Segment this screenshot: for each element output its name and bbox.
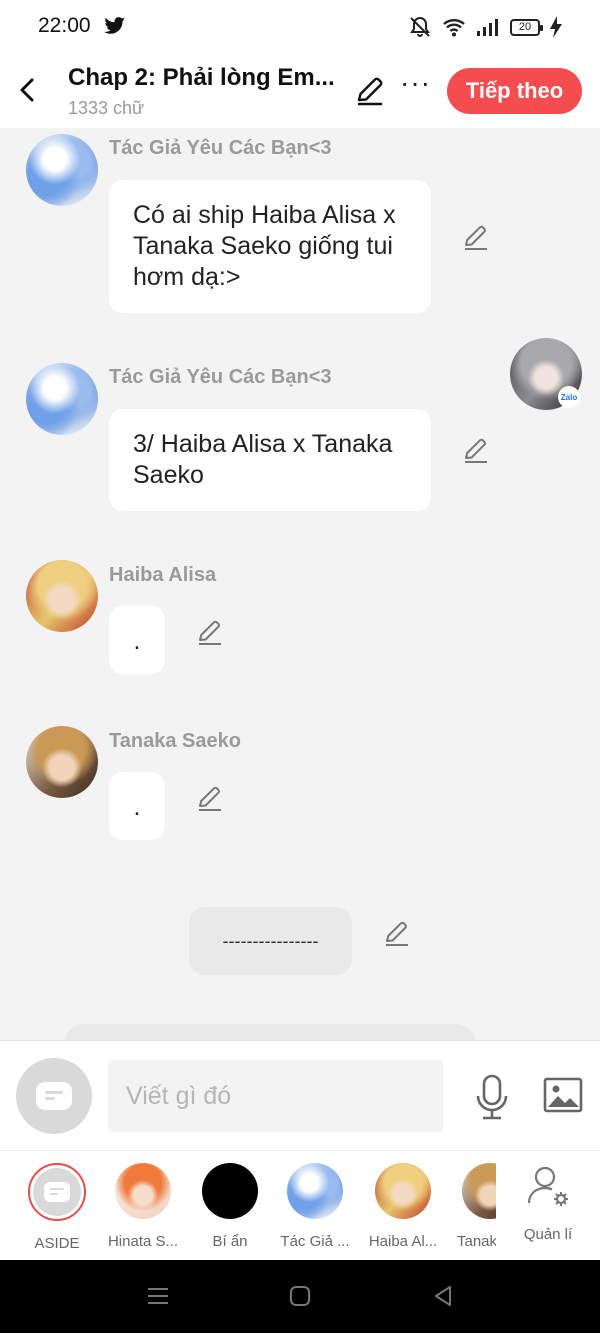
character-label: Haiba Al... (368, 1233, 438, 1250)
status-time: 22:00 (38, 14, 91, 37)
status-icons: 20 (408, 14, 562, 40)
character-avatar (287, 1163, 343, 1219)
character-author[interactable]: Tác Giả ... (270, 1163, 360, 1250)
haiba-alisa-avatar[interactable] (26, 560, 98, 632)
edit-message-icon[interactable] (462, 223, 490, 251)
message-bubble[interactable]: 3/ Haiba Alisa x Tanaka Saeko (109, 409, 431, 511)
system-navigation-bar (0, 1260, 600, 1333)
message-sender: Tác Giả Yêu Các Bạn<3 (109, 137, 332, 159)
message-bubble[interactable]: . (109, 606, 165, 674)
image-icon[interactable] (543, 1077, 583, 1113)
character-bar: ASIDE Hinata S... Bí ẩn Tác Giả ... Haib… (0, 1150, 600, 1260)
message-sender: Haiba Alisa (109, 564, 217, 586)
menu-icon[interactable] (146, 1284, 170, 1308)
narration-bubble[interactable]: ---------------- (189, 907, 352, 975)
edit-message-icon[interactable] (383, 919, 411, 947)
character-label: Tanaka (457, 1233, 496, 1250)
manage-label: Quản lí (523, 1226, 573, 1243)
chapter-header: Chap 2: Phải lòng Em... 1333 chữ ··· Tiế… (0, 52, 600, 128)
character-label: Hinata S... (107, 1233, 179, 1250)
mute-bell-icon (410, 16, 430, 37)
edit-message-icon[interactable] (462, 436, 490, 464)
message-bubble[interactable]: . (109, 772, 165, 840)
author-avatar[interactable] (26, 134, 98, 206)
edit-message-icon[interactable] (196, 784, 224, 812)
battery-indicator: 20 (510, 18, 543, 36)
character-avatar (375, 1163, 431, 1219)
character-avatar (462, 1163, 496, 1219)
word-count: 1333 chữ (68, 98, 145, 118)
manage-user-icon (527, 1166, 568, 1206)
twitter-icon (104, 17, 126, 34)
battery-level: 20 (518, 21, 532, 33)
author-avatar[interactable] (26, 363, 98, 435)
character-aside[interactable]: ASIDE (12, 1163, 102, 1252)
next-chapter-button[interactable]: Tiếp theo (447, 68, 582, 114)
charging-icon (550, 16, 562, 38)
character-label: Bí ẩn (212, 1233, 248, 1250)
zalo-badge: Zalo (558, 386, 580, 408)
tanaka-saeko-avatar[interactable] (26, 726, 98, 798)
composer-bar (0, 1040, 600, 1150)
character-avatar (115, 1163, 171, 1219)
home-icon[interactable] (288, 1284, 312, 1308)
manage-characters-button[interactable]: Quản lí (506, 1163, 590, 1243)
character-hinata[interactable]: Hinata S... (98, 1163, 188, 1250)
message-bubble[interactable]: Có ai ship Haiba Alisa x Tanaka Saeko gi… (109, 180, 431, 313)
message-sender: Tác Giả Yêu Các Bạn<3 (109, 366, 332, 388)
status-bar: 22:00 20 (0, 0, 600, 52)
partial-narration-bubble[interactable] (64, 1024, 476, 1040)
microphone-icon[interactable] (474, 1073, 510, 1121)
signal-icon (477, 19, 498, 36)
character-label: Tác Giả ... (280, 1233, 350, 1250)
chapter-title: Chap 2: Phải lòng Em... (68, 64, 335, 91)
character-haiba[interactable]: Haiba Al... (358, 1163, 448, 1250)
character-tanaka[interactable]: Tanaka (450, 1163, 496, 1250)
character-label: ASIDE (34, 1235, 80, 1252)
character-mystery[interactable]: Bí ẩn (185, 1163, 275, 1250)
aside-toggle-button[interactable] (16, 1058, 92, 1134)
more-options-icon[interactable]: ··· (400, 69, 430, 102)
character-avatar (202, 1163, 258, 1219)
character-scroll[interactable]: ASIDE Hinata S... Bí ẩn Tác Giả ... Haib… (0, 1151, 496, 1261)
back-icon[interactable] (431, 1284, 455, 1308)
message-input[interactable] (108, 1060, 443, 1132)
zalo-floating-avatar[interactable]: Zalo (510, 338, 582, 410)
aside-character-icon (28, 1163, 86, 1221)
message-sender: Tanaka Saeko (109, 730, 241, 752)
edit-message-icon[interactable] (196, 618, 224, 646)
chat-area[interactable]: Tác Giả Yêu Các Bạn<3 Có ai ship Haiba A… (0, 128, 600, 1040)
edit-title-icon[interactable] (354, 74, 386, 106)
back-arrow-icon[interactable] (12, 72, 42, 108)
wifi-icon (443, 19, 465, 37)
aside-icon (36, 1082, 72, 1110)
